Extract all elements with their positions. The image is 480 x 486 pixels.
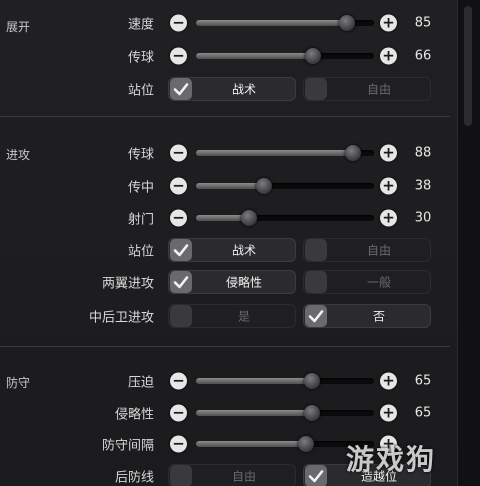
option-aggressive[interactable]: 侵略性 xyxy=(168,270,296,294)
minus-button[interactable]: − xyxy=(170,372,187,390)
checkbox[interactable] xyxy=(305,465,327,486)
option-tactical[interactable]: 战术 xyxy=(168,238,296,262)
plus-button[interactable]: + xyxy=(380,144,397,162)
tactics-screen: 展开 速度 − + 85 传球 − + 66 站位 战术 自由 进攻 传球 − … xyxy=(0,0,480,486)
option-no[interactable]: 否 xyxy=(303,304,431,328)
slider-knob[interactable] xyxy=(303,373,320,389)
slider-row-passing: 传球 − + 88 xyxy=(0,136,456,170)
slider-track[interactable] xyxy=(196,405,374,421)
slider-row-speed: 速度 − + 85 xyxy=(0,6,456,40)
row-label: 侵略性 xyxy=(114,407,154,423)
slider-knob[interactable] xyxy=(298,436,315,452)
slider-row-pressing: 压迫 − + 65 xyxy=(0,364,456,398)
slider-track[interactable] xyxy=(196,178,374,194)
minus-button[interactable]: − xyxy=(170,177,187,195)
option-row-wing-attack: 两翼进攻 侵略性 一般 xyxy=(0,265,456,299)
checkbox[interactable] xyxy=(305,239,327,261)
option-free[interactable]: 自由 xyxy=(303,238,431,262)
slider-knob[interactable] xyxy=(339,15,356,31)
row-label: 中后卫进攻 xyxy=(88,310,154,326)
slider-track[interactable] xyxy=(196,15,374,31)
checkbox[interactable] xyxy=(305,271,327,293)
row-label: 传球 xyxy=(127,50,154,66)
slider-value: 65 xyxy=(414,373,432,389)
option-label: 侵略性 xyxy=(225,275,262,290)
option-tactical[interactable]: 战术 xyxy=(168,77,296,101)
option-row-centerback-attack: 中后卫进攻 是 否 xyxy=(0,299,456,333)
minus-button[interactable]: − xyxy=(170,144,187,162)
slider-knob[interactable] xyxy=(303,405,320,421)
row-label: 射门 xyxy=(127,212,154,228)
scrollbar-thumb[interactable] xyxy=(464,6,472,126)
slider-knob[interactable] xyxy=(241,210,258,226)
row-label: 两翼进攻 xyxy=(101,276,154,292)
section-divider xyxy=(0,116,450,117)
slider-value: 88 xyxy=(414,145,432,161)
slider-knob[interactable] xyxy=(305,48,322,64)
option-label: 战术 xyxy=(231,82,256,97)
minus-button[interactable]: − xyxy=(170,404,187,422)
slider-track[interactable] xyxy=(196,145,374,161)
option-row-positioning: 站位 战术 自由 xyxy=(0,233,456,267)
checkbox[interactable] xyxy=(170,271,192,293)
option-row-positioning: 站位 战术 自由 xyxy=(0,72,456,106)
checkbox[interactable] xyxy=(170,305,192,327)
slider-value: 30 xyxy=(414,210,432,226)
minus-button[interactable]: − xyxy=(170,14,187,32)
option-free[interactable]: 自由 xyxy=(303,77,431,101)
checkmark-icon xyxy=(170,239,192,261)
checkbox[interactable] xyxy=(305,78,327,100)
plus-button[interactable]: + xyxy=(380,14,397,32)
minus-button[interactable]: − xyxy=(170,47,187,65)
slider-track[interactable] xyxy=(196,48,374,64)
minus-button[interactable]: − xyxy=(170,435,187,453)
plus-button[interactable]: + xyxy=(380,404,397,422)
row-label: 速度 xyxy=(127,17,154,33)
section-divider xyxy=(0,346,450,347)
slider-value: 65 xyxy=(414,405,432,421)
option-label: 是 xyxy=(237,309,250,324)
checkbox[interactable] xyxy=(305,305,327,327)
slider-row-aggression: 侵略性 − + 65 xyxy=(0,396,456,430)
option-label: 自由 xyxy=(231,469,256,484)
option-label: 否 xyxy=(372,309,385,324)
option-label: 自由 xyxy=(366,243,391,258)
checkmark-icon xyxy=(305,465,327,486)
checkbox[interactable] xyxy=(170,78,192,100)
slider-track[interactable] xyxy=(196,210,374,226)
row-label: 压迫 xyxy=(127,375,154,391)
checkmark-icon xyxy=(170,271,192,293)
slider-value: 66 xyxy=(414,48,432,64)
checkmark-icon xyxy=(305,305,327,327)
row-label: 站位 xyxy=(127,83,154,99)
row-label: 后防线 xyxy=(114,470,154,486)
minus-button[interactable]: − xyxy=(170,209,187,227)
slider-row-shooting: 射门 − + 30 xyxy=(0,201,456,235)
row-label: 站位 xyxy=(127,244,154,260)
plus-button[interactable]: + xyxy=(380,47,397,65)
row-label: 防守间隔 xyxy=(101,438,154,454)
checkmark-icon xyxy=(170,78,192,100)
plus-button[interactable]: + xyxy=(380,209,397,227)
slider-value: 38 xyxy=(414,178,432,194)
option-free[interactable]: 自由 xyxy=(168,464,296,486)
watermark-logo: 游戏狗 xyxy=(346,443,437,476)
slider-track[interactable] xyxy=(196,373,374,389)
option-normal[interactable]: 一般 xyxy=(303,270,431,294)
option-yes[interactable]: 是 xyxy=(168,304,296,328)
checkbox[interactable] xyxy=(170,239,192,261)
row-label: 传球 xyxy=(127,147,154,163)
slider-row-crossing: 传中 − + 38 xyxy=(0,169,456,203)
option-label: 战术 xyxy=(231,243,256,258)
plus-button[interactable]: + xyxy=(380,372,397,390)
slider-knob[interactable] xyxy=(255,178,272,194)
option-label: 自由 xyxy=(366,82,391,97)
slider-row-passing: 传球 − + 66 xyxy=(0,39,456,73)
plus-button[interactable]: + xyxy=(380,177,397,195)
slider-knob[interactable] xyxy=(344,145,361,161)
slider-value: 85 xyxy=(414,15,432,31)
option-label: 一般 xyxy=(366,275,391,290)
row-label: 传中 xyxy=(127,180,154,196)
checkbox[interactable] xyxy=(170,465,192,486)
